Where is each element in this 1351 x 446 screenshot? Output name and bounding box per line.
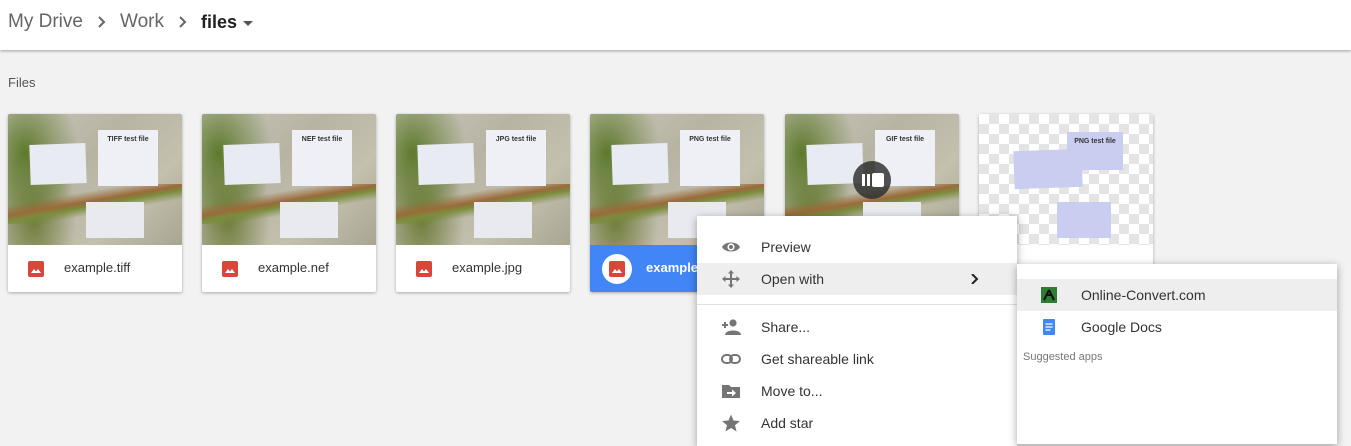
app-label: Online-Convert.com (1081, 287, 1206, 303)
caret-down-icon[interactable] (243, 21, 253, 26)
menu-item-label: Open with (761, 271, 825, 287)
animated-play-icon[interactable] (853, 161, 891, 199)
file-name-row[interactable]: example.jpg (396, 245, 570, 292)
chevron-right-icon (179, 16, 187, 28)
link-icon (721, 354, 741, 364)
breadcrumb-my-drive[interactable]: My Drive (8, 11, 83, 33)
file-name-row[interactable]: example.tiff (8, 245, 182, 292)
chevron-right-icon (98, 16, 106, 28)
breadcrumb-current-folder[interactable]: files (201, 12, 237, 33)
menu-item-label: Add star (761, 415, 814, 431)
app-item-google-docs[interactable]: Google Docs (1017, 311, 1337, 343)
menu-item-label: Get shareable link (761, 351, 874, 367)
file-thumbnail: TIFF test file (8, 114, 182, 245)
file-name: example.jpg (452, 260, 523, 275)
chevron-right-icon (971, 274, 979, 284)
online-convert-icon (1041, 287, 1057, 303)
menu-item-label: Share... (761, 319, 811, 335)
file-name: example.nef (258, 260, 329, 275)
open-with-submenu: Online-Convert.com Google Docs Suggested… (1017, 264, 1337, 444)
menu-item-open-with[interactable]: Open with (697, 263, 1017, 295)
move-arrows-icon (722, 270, 740, 288)
breadcrumb-work[interactable]: Work (120, 11, 164, 33)
image-file-icon (609, 261, 625, 277)
image-file-icon (222, 261, 238, 277)
star-icon (722, 414, 740, 432)
file-name: example. (646, 260, 702, 275)
file-thumbnail: NEF test file (202, 114, 376, 245)
menu-item-label: Move to... (761, 383, 823, 399)
thumbnail-title: TIFF test file (107, 136, 149, 143)
suggested-apps-label: Suggested apps (1023, 351, 1103, 363)
menu-item-get-link[interactable]: Get shareable link (697, 343, 1017, 375)
thumbnail-title: PNG test file (1074, 138, 1116, 145)
file-card[interactable]: JPG test file example.jpg (396, 114, 570, 292)
menu-divider (697, 304, 1017, 305)
file-name: example.tiff (64, 260, 131, 275)
person-add-icon (722, 319, 741, 335)
file-name-row[interactable]: example.nef (202, 245, 376, 292)
google-docs-icon (1043, 319, 1055, 335)
breadcrumb-bar: My Drive Work files (0, 0, 1351, 50)
thumbnail-title: PNG test file (689, 136, 731, 143)
file-card[interactable]: NEF test file example.nef (202, 114, 376, 292)
app-item-online-convert[interactable]: Online-Convert.com (1017, 279, 1337, 311)
image-file-icon (28, 261, 44, 277)
selection-circle (602, 254, 632, 284)
thumbnail-title: GIF test file (885, 136, 925, 143)
menu-item-move-to[interactable]: Move to... (697, 375, 1017, 407)
thumbnail-title: NEF test file (301, 136, 343, 143)
folder-move-icon (722, 385, 740, 398)
menu-item-share[interactable]: Share... (697, 311, 1017, 343)
menu-item-label: Preview (761, 239, 811, 255)
thumbnail-title: JPG test file (495, 136, 537, 143)
file-thumbnail: JPG test file (396, 114, 570, 245)
eye-icon (722, 242, 740, 252)
file-card[interactable]: TIFF test file example.tiff (8, 114, 182, 292)
menu-item-preview[interactable]: Preview (697, 231, 1017, 263)
app-label: Google Docs (1081, 319, 1162, 335)
context-menu: Preview Open with Share... Get shareable… (697, 216, 1017, 446)
section-label-files: Files (8, 75, 36, 90)
menu-item-add-star[interactable]: Add star (697, 407, 1017, 439)
image-file-icon (416, 261, 432, 277)
